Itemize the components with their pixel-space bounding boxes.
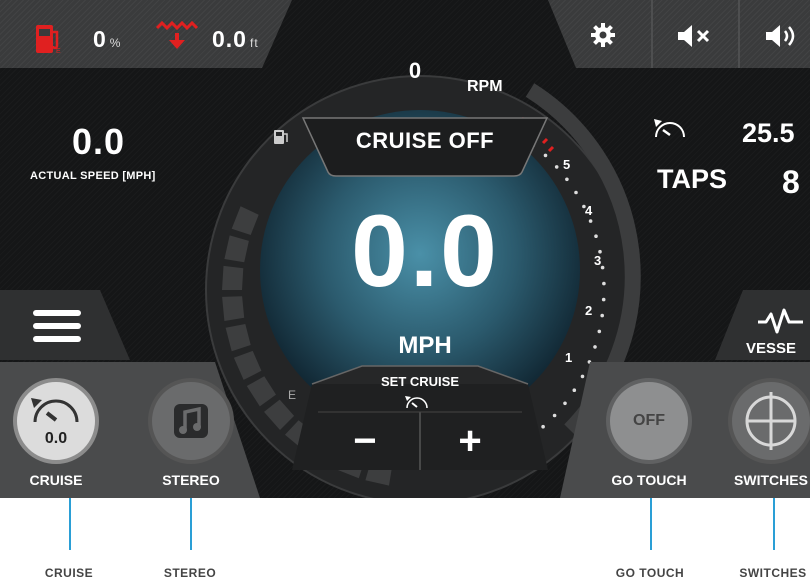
rpm-tick-dot	[552, 413, 557, 418]
rpm-tick-dot	[541, 424, 545, 429]
callout-line-switches	[773, 498, 775, 550]
speed-unit: MPH	[398, 332, 452, 359]
cruise-gauge-icon	[31, 398, 79, 423]
go-touch-state: OFF	[633, 412, 665, 429]
speed-value: 0.0	[351, 194, 499, 308]
rpm-label: RPM	[467, 78, 503, 95]
dashboard-screen: E 0% 0.0 ft 0.0 ACTUAL SPEED [MPH] 25.5 …	[0, 0, 810, 498]
cruise-button-label: CRUISE	[29, 472, 83, 488]
rpm-tick-dot	[563, 401, 567, 406]
set-cruise-label: SET CRUISE	[380, 374, 459, 389]
rpm-tick-2: 2	[585, 303, 593, 318]
rpm-tick-dot	[594, 234, 598, 238]
rpm-tick-dot	[601, 297, 606, 302]
rpm-tick-dot	[543, 153, 548, 158]
vessel-pulse-icon[interactable]	[756, 305, 806, 337]
rpm-tick-dot	[574, 190, 578, 195]
fuel-segment	[222, 296, 245, 321]
rpm-tick-4: 4	[585, 203, 593, 218]
rpm-tick-dot	[600, 313, 604, 318]
callout-cruise: CRUISE	[44, 566, 94, 580]
rpm-tick-dot	[593, 345, 597, 349]
rpm-tick-dot	[597, 329, 602, 334]
stereo-button-label: STEREO	[162, 472, 220, 488]
go-touch-button[interactable]: OFF	[606, 378, 692, 464]
vessel-label: VESSE	[746, 340, 797, 357]
rpm-tick-dot	[554, 165, 559, 169]
rpm-tick-1: 1	[565, 350, 573, 365]
go-touch-button-label: GO TOUCH	[611, 472, 687, 488]
rpm-tick-dot	[580, 374, 585, 379]
cruise-status-text: CRUISE OFF	[355, 128, 495, 153]
rpm-tick-5: 5	[563, 157, 571, 172]
callout-line-stereo	[190, 498, 192, 550]
callout-stereo: STEREO	[163, 566, 217, 580]
switches-button-label: SWITCHES	[734, 472, 808, 488]
cruise-button[interactable]: 0.0	[13, 378, 99, 464]
cruise-increase-button[interactable]: +	[425, 416, 515, 466]
cruise-button-value: 0.0	[44, 430, 68, 447]
cruise-decrease-button[interactable]: −	[320, 416, 410, 466]
rpm-tick-dot	[602, 281, 606, 286]
callout-go-touch: GO TOUCH	[615, 566, 685, 580]
switch-dial-icon	[745, 392, 797, 450]
callout-line-go-touch	[650, 498, 652, 550]
rpm-tick-dot	[572, 388, 577, 393]
callout-switches: SWITCHES	[739, 566, 807, 580]
music-note-icon	[174, 404, 208, 438]
callout-line-cruise	[69, 498, 71, 550]
hamburger-menu-icon[interactable]	[30, 306, 86, 346]
rpm-tick-dot	[588, 219, 593, 223]
switches-button[interactable]	[728, 378, 810, 464]
rpm-tick-3: 3	[594, 253, 602, 268]
fuel-segment	[222, 265, 244, 290]
stereo-button[interactable]	[148, 378, 234, 464]
rpm-tick-dot	[565, 177, 569, 182]
rpm-value: 0	[408, 58, 422, 83]
fuel-empty-label: E	[288, 388, 297, 402]
rpm-tick-dot	[600, 265, 605, 270]
